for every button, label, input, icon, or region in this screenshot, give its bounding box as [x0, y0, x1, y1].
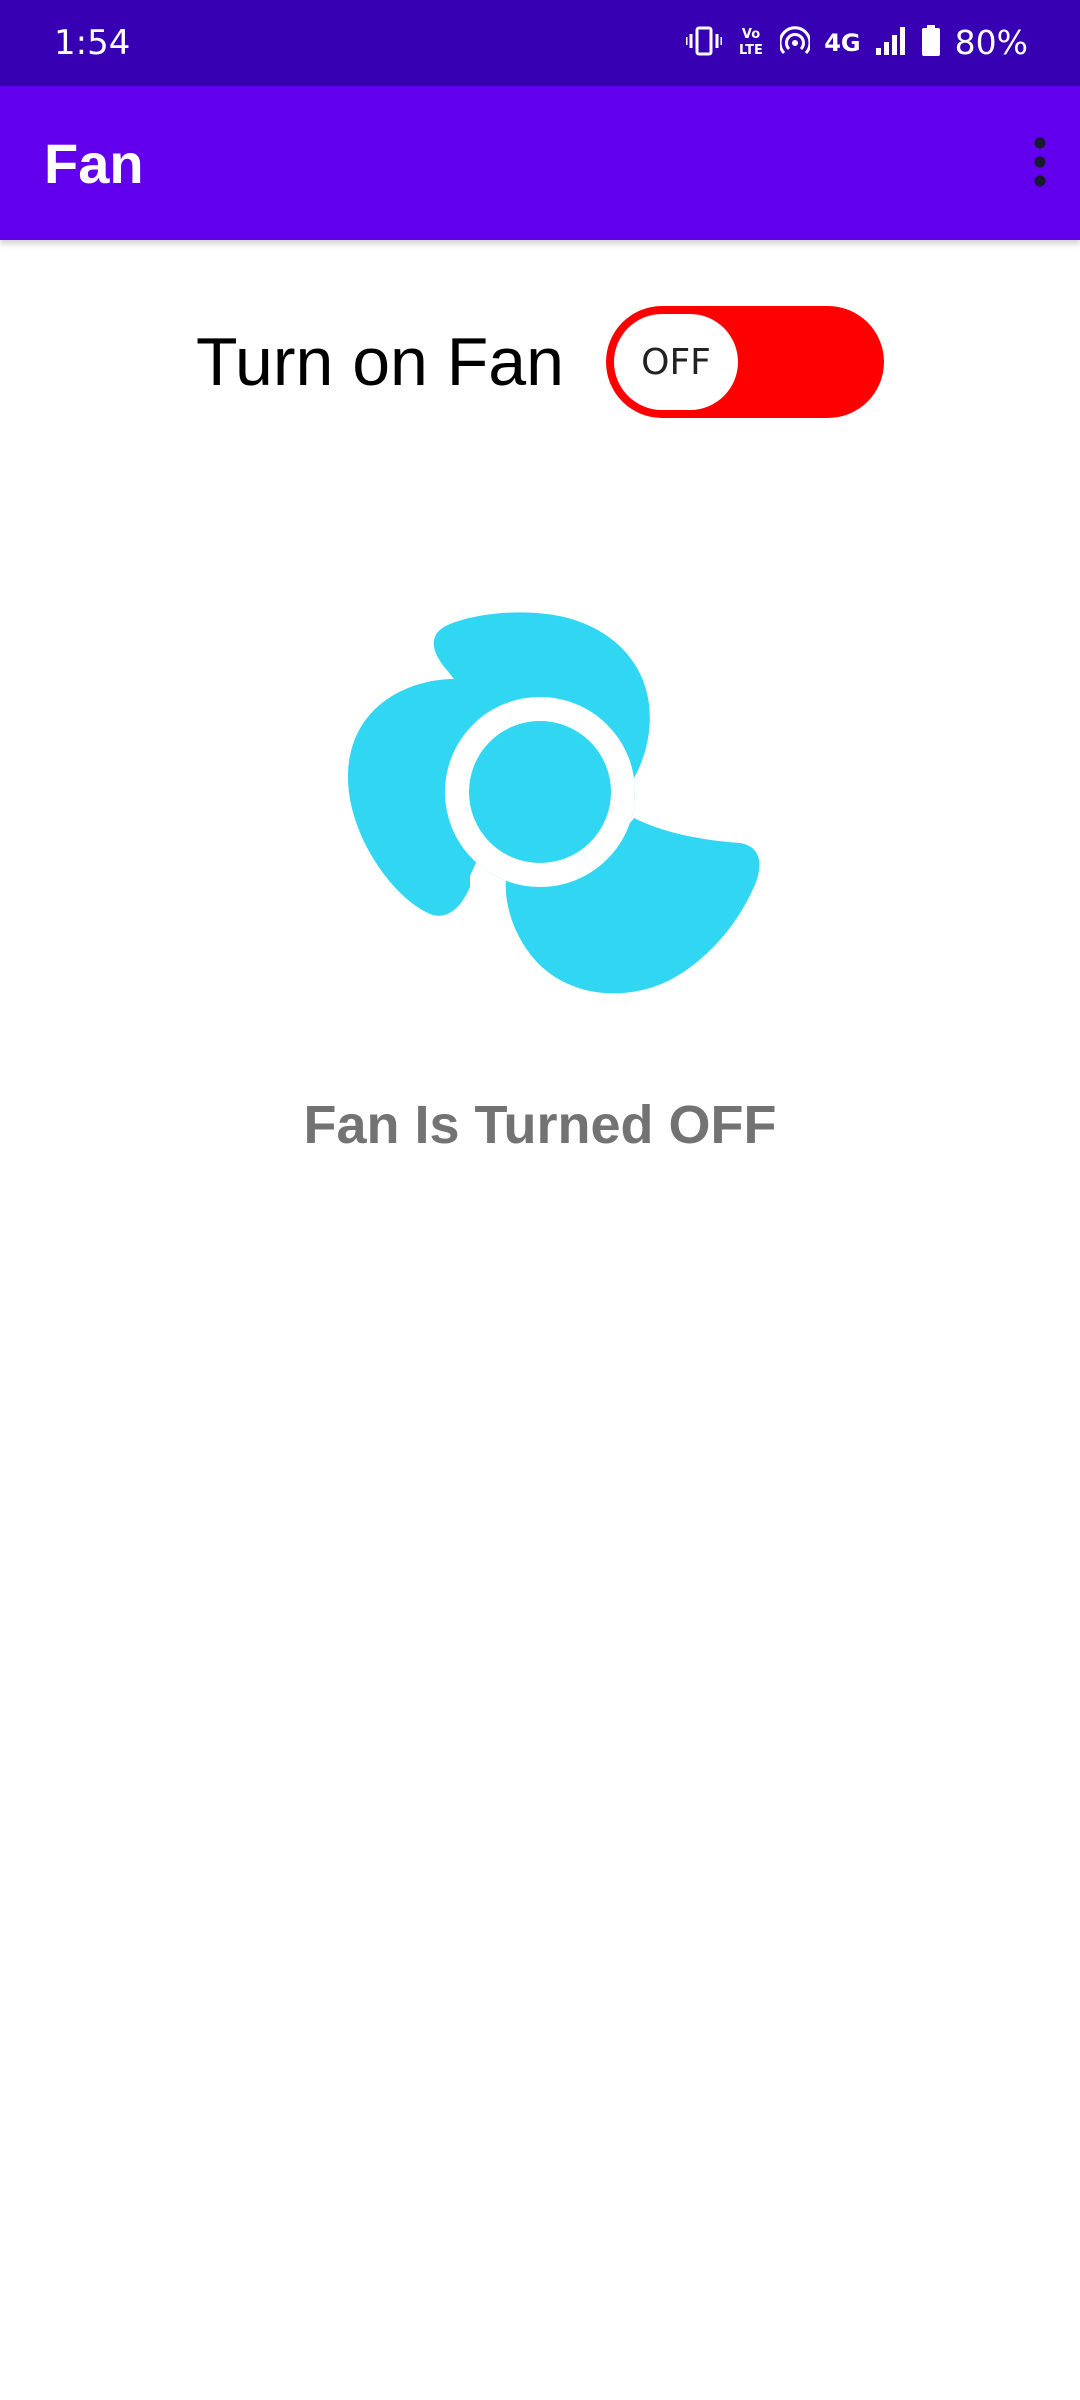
- battery-percent: 80%: [954, 23, 1028, 62]
- status-time: 1:54: [54, 23, 131, 63]
- app-bar: Fan: [0, 86, 1080, 240]
- status-icons: Vo LTE 4G 80%: [685, 22, 1028, 64]
- fan-toggle-thumb: OFF: [614, 314, 738, 410]
- network-type-label: 4G: [824, 29, 861, 57]
- fan-status-message: Fan Is Turned OFF: [303, 1095, 777, 1155]
- overflow-menu-button[interactable]: [1004, 114, 1076, 214]
- signal-icon: [875, 26, 907, 61]
- more-vert-icon: [1033, 136, 1047, 193]
- fan-icon: [270, 486, 790, 1006]
- app-title: Fan: [44, 132, 144, 195]
- fan-toggle-label: Turn on Fan: [196, 324, 564, 400]
- volte-icon: Vo LTE: [736, 25, 766, 62]
- fan-toggle-switch[interactable]: OFF: [606, 306, 884, 418]
- vibrate-icon: [685, 26, 723, 61]
- battery-icon: [921, 24, 941, 62]
- fan-toggle-state-text: OFF: [641, 341, 711, 383]
- status-bar: 1:54 Vo LTE 4G 80%: [0, 0, 1080, 86]
- volte-bottom-text: LTE: [739, 43, 763, 57]
- volte-top-text: Vo: [742, 27, 760, 42]
- hotspot-icon: [778, 25, 812, 61]
